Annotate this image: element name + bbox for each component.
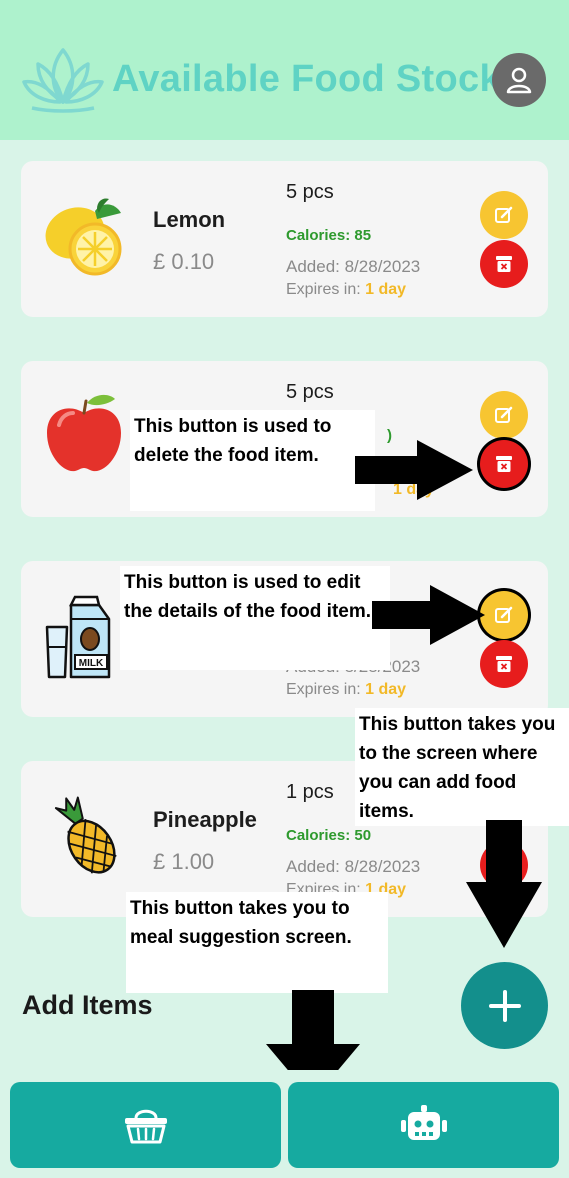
nav-meal-suggestion-button[interactable] <box>288 1082 559 1168</box>
arrow-down-icon <box>466 820 542 948</box>
annotation-meal: This button takes you to meal suggestion… <box>126 892 388 993</box>
app-header: Available Food Stock <box>0 0 569 140</box>
arrow-right-icon <box>372 585 485 645</box>
profile-button[interactable] <box>492 53 546 107</box>
user-icon <box>506 67 532 94</box>
edit-icon <box>495 606 513 623</box>
food-quantity: 5 pcs <box>286 181 334 203</box>
apple-icon <box>47 394 121 472</box>
lemon-icon <box>45 198 122 276</box>
nav-stock-button[interactable] <box>10 1082 281 1168</box>
delete-button[interactable] <box>480 640 528 688</box>
food-card[interactable]: Lemon £ 0.10 5 pcs Calories: 85 Added: 8… <box>21 161 548 317</box>
lotus-icon <box>22 48 104 113</box>
food-name: Lemon <box>153 207 226 232</box>
food-added-date: Added: 8/28/2023 <box>286 257 421 276</box>
plus-icon <box>488 989 521 1022</box>
expiry-value: 1 day <box>365 681 407 698</box>
basket-icon <box>124 1109 167 1144</box>
add-item-button[interactable] <box>461 962 548 1049</box>
expiry-label: Expires in: <box>286 681 366 698</box>
page-title: Available Food Stock <box>112 58 501 100</box>
food-calories: Calories: 85 <box>286 227 372 244</box>
food-expiry: Expires in: 1 day <box>286 681 406 699</box>
svg-text:MILK: MILK <box>79 658 104 669</box>
robot-icon <box>400 1105 447 1140</box>
expiry-label: Expires in: <box>286 281 366 298</box>
milk-icon: MILK <box>45 595 111 679</box>
annotation-add: This button takes you to the screen wher… <box>355 708 569 826</box>
add-items-label: Add Items <box>22 990 153 1020</box>
delete-button[interactable] <box>480 240 528 288</box>
pineapple-icon <box>54 796 117 874</box>
delete-icon <box>496 456 512 472</box>
edit-button[interactable] <box>480 391 528 439</box>
edit-button[interactable] <box>480 591 528 639</box>
food-price: £ 1.00 <box>153 849 215 874</box>
edit-icon <box>495 406 513 423</box>
annotation-delete: This button is used to delete the food i… <box>130 410 375 511</box>
food-expiry: Expires in: 1 day <box>286 281 406 299</box>
food-calories: Calories: 50 <box>286 827 372 844</box>
food-added-date: Added: 8/28/2023 <box>286 857 421 876</box>
edit-icon <box>495 206 513 223</box>
food-quantity: 5 pcs <box>286 381 334 403</box>
food-name: Pineapple <box>153 807 257 832</box>
food-quantity: 1 pcs <box>286 781 334 803</box>
delete-icon <box>496 256 512 272</box>
expiry-value: 1 day <box>365 281 407 298</box>
status-bar <box>0 0 569 10</box>
food-price: £ 0.10 <box>153 249 215 274</box>
edit-button[interactable] <box>480 191 528 239</box>
delete-button[interactable] <box>480 440 528 488</box>
delete-icon <box>496 656 512 672</box>
arrow-right-icon <box>355 440 473 500</box>
annotation-edit: This button is used to edit the details … <box>120 566 390 670</box>
